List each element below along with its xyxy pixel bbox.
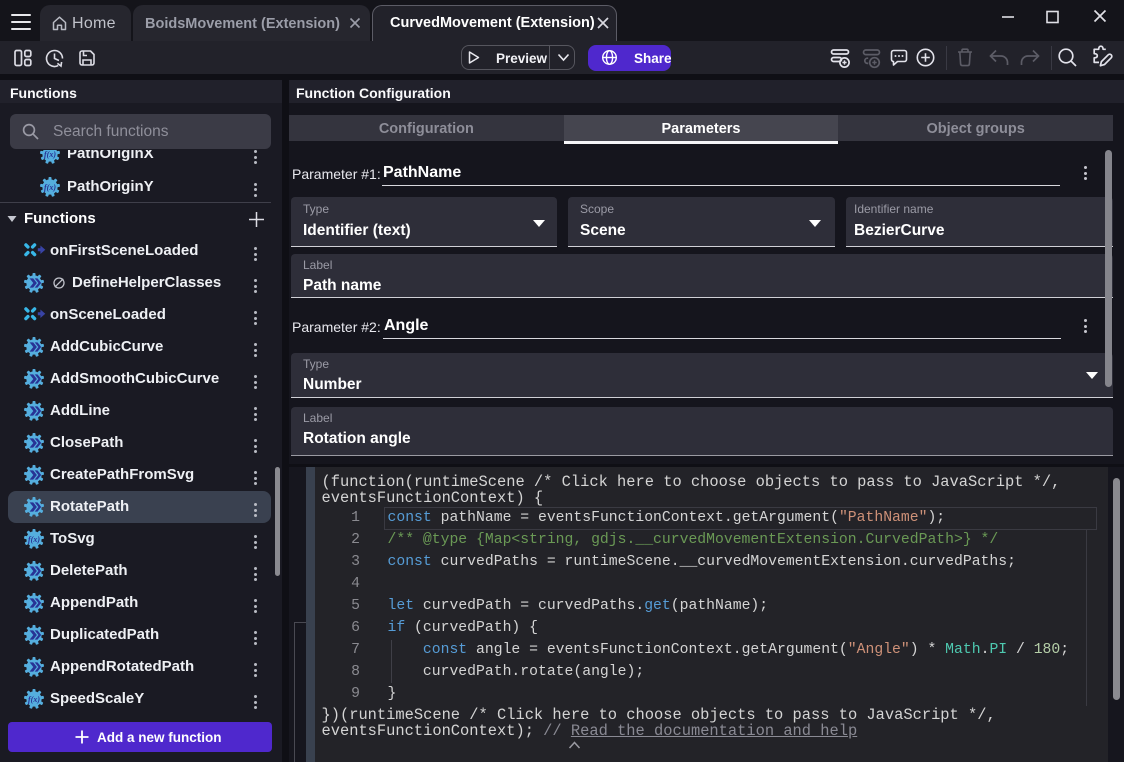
svg-text:f(x): f(x) [44,182,56,191]
svg-text:f(x): f(x) [28,535,40,544]
svg-text:f(x): f(x) [44,150,56,159]
svg-text:f(x): f(x) [28,695,40,704]
